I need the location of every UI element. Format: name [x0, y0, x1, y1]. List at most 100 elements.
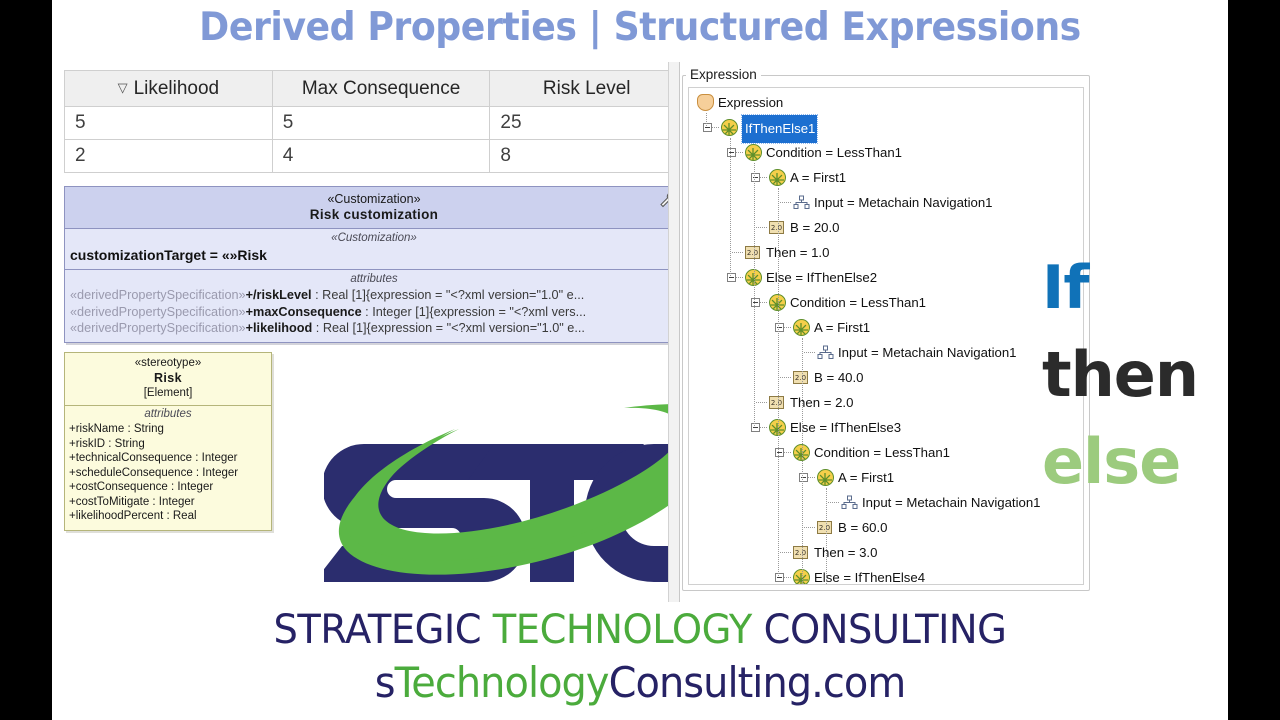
- attribute-name: +likelihood: [245, 321, 313, 335]
- tree-collapse-icon[interactable]: [775, 323, 784, 332]
- tree-node-label: Condition = LessThan1: [766, 145, 902, 160]
- tree-node[interactable]: A = First1: [691, 315, 1083, 340]
- expression-group-label: Expression: [686, 68, 761, 82]
- cell-max-consequence: 4: [271, 139, 491, 173]
- footer: STRATEGIC TECHNOLOGY CONSULTING sTechnol…: [52, 604, 1228, 710]
- column-header-label: Risk Level: [542, 77, 631, 99]
- tree-connector: [780, 552, 791, 553]
- column-header-likelihood[interactable]: ▽ Likelihood: [64, 70, 273, 107]
- table-header-row: ▽ Likelihood Max Consequence Risk Level: [64, 70, 684, 107]
- table-row[interactable]: 2 4 8: [64, 139, 684, 173]
- stereotype-element[interactable]: «stereotype» Risk [Element] attributes +…: [64, 352, 272, 531]
- tree-collapse-icon[interactable]: [727, 148, 736, 157]
- expression-node-icon: [745, 144, 762, 161]
- tree-node[interactable]: 2.0 Then = 2.0: [691, 390, 1083, 415]
- tree-guide-line: [778, 188, 779, 576]
- tree-collapse-icon[interactable]: [751, 298, 760, 307]
- attribute-row[interactable]: +scheduleConsequence : Integer: [69, 466, 267, 481]
- attribute-name: +maxConsequence: [245, 304, 362, 319]
- tree-connector: [756, 402, 767, 403]
- expression-tree-root: Expression IfThenElse1 Condition = LessTha…: [689, 88, 1083, 585]
- tree-node[interactable]: 2.0 Then = 1.0: [691, 240, 1083, 265]
- tree-node[interactable]: Input = Metachain Navigation1: [691, 490, 1083, 515]
- attribute-row[interactable]: «derivedPropertySpecification»+maxConseq…: [70, 304, 678, 321]
- attribute-row[interactable]: «derivedPropertySpecification»+likelihoo…: [70, 320, 678, 337]
- footer-word-consulting: CONSULTING: [763, 607, 1007, 653]
- section-label: attributes: [350, 273, 398, 285]
- customization-header: «Customization» Risk customization: [65, 187, 683, 229]
- footer-line-1: STRATEGIC TECHNOLOGY CONSULTING: [76, 604, 1205, 656]
- expression-node-icon: [721, 119, 738, 136]
- tree-node[interactable]: 2.0 B = 60.0: [691, 515, 1083, 540]
- tree-node[interactable]: Condition = LessThan1: [691, 140, 1083, 165]
- attribute-name: +/riskLevel: [245, 288, 312, 302]
- tree-collapse-icon[interactable]: [799, 473, 808, 482]
- tree-node[interactable]: IfThenElse1: [691, 114, 1083, 144]
- numeric-value-icon: 2.0: [769, 221, 784, 234]
- tree-node-label: A = First1: [790, 170, 847, 185]
- tree-collapse-icon[interactable]: [775, 448, 784, 457]
- keyword-if: If: [1042, 253, 1089, 323]
- tree-connector: [804, 352, 815, 353]
- keyword-then: then: [1042, 338, 1199, 411]
- attribute-row[interactable]: «derivedPropertySpecification»+/riskLeve…: [70, 287, 678, 304]
- tree-node[interactable]: 2.0 Then = 3.0: [691, 540, 1083, 565]
- tree-node[interactable]: Condition = LessThan1: [691, 440, 1083, 465]
- tree-node[interactable]: A = First1: [691, 465, 1083, 490]
- attribute-row[interactable]: +riskName : String: [69, 422, 267, 437]
- tree-guide-line: [826, 488, 827, 584]
- tree-node[interactable]: Else = IfThenElse4: [691, 565, 1083, 585]
- customization-element[interactable]: «Customization» Risk customization «Cust…: [64, 186, 684, 343]
- tree-guide-line: [754, 163, 755, 426]
- tree-collapse-icon[interactable]: [751, 423, 760, 432]
- tree-node-label: A = First1: [838, 470, 895, 485]
- cell-max-consequence: 5: [271, 106, 491, 140]
- tree-node[interactable]: Condition = LessThan1: [691, 290, 1083, 315]
- numeric-value-icon: 2.0: [793, 546, 808, 559]
- slide-content: Derived Properties | Structured Expressi…: [52, 0, 1228, 720]
- tree-node[interactable]: Else = IfThenElse2: [691, 265, 1083, 290]
- metachain-navigation-icon: [793, 194, 810, 211]
- tree-connector: [828, 502, 839, 503]
- attribute-row[interactable]: +costConsequence : Integer: [69, 480, 267, 495]
- tree-node[interactable]: A = First1: [691, 165, 1083, 190]
- attribute-row[interactable]: +costToMitigate : Integer: [69, 495, 267, 510]
- attribute-row[interactable]: +technicalConsequence : Integer: [69, 451, 267, 466]
- tree-collapse-icon[interactable]: [727, 273, 736, 282]
- footer-url-consulting: Consulting.com: [608, 658, 907, 707]
- tree-node-label: Then = 2.0: [790, 395, 854, 410]
- tree-node-label: Else = IfThenElse4: [814, 570, 926, 585]
- attribute-stereotype: «derivedPropertySpecification»: [70, 288, 246, 302]
- column-header-max-consequence[interactable]: Max Consequence: [271, 70, 491, 107]
- expression-node-icon: [793, 319, 810, 336]
- tree-guide-line: [802, 338, 803, 584]
- cell-likelihood: 2: [64, 139, 273, 173]
- tree-node[interactable]: Else = IfThenElse3: [691, 415, 1083, 440]
- attribute-row[interactable]: +likelihoodPercent : Real: [69, 509, 267, 524]
- footer-line-2[interactable]: sTechnologyConsulting.com: [81, 656, 1198, 710]
- footer-url-technology: Technology: [394, 658, 610, 707]
- table-row[interactable]: 5 5 25: [64, 106, 684, 140]
- numeric-value-icon: 2.0: [817, 521, 832, 534]
- tree-node[interactable]: 2.0 B = 40.0: [691, 365, 1083, 390]
- stereotype-keyword: «stereotype»: [134, 357, 202, 369]
- attribute-row[interactable]: +riskID : String: [69, 437, 267, 452]
- customization-target-row: customizationTarget = «»Risk: [70, 247, 267, 263]
- tree-node-label: Condition = LessThan1: [814, 445, 950, 460]
- footer-url-s: s: [374, 658, 396, 707]
- attribute-stereotype: «derivedPropertySpecification»: [70, 321, 246, 335]
- column-header-risk-level[interactable]: Risk Level: [489, 70, 684, 107]
- tree-node-label: B = 20.0: [790, 220, 840, 235]
- tree-node-label: Input = Metachain Navigation1: [862, 495, 1041, 510]
- expression-tree[interactable]: Expression IfThenElse1 Condition = LessTha…: [688, 87, 1084, 585]
- column-header-label: Max Consequence: [301, 77, 461, 99]
- tree-collapse-icon[interactable]: [751, 173, 760, 182]
- tree-node-label: Else = IfThenElse3: [790, 420, 902, 435]
- panel-divider[interactable]: [668, 62, 680, 602]
- tree-collapse-icon[interactable]: [775, 573, 784, 582]
- tree-node[interactable]: Input = Metachain Navigation1: [691, 190, 1083, 215]
- tree-collapse-icon[interactable]: [703, 123, 712, 132]
- tree-node[interactable]: 2.0 B = 20.0: [691, 215, 1083, 240]
- tree-node[interactable]: Input = Metachain Navigation1: [691, 340, 1083, 365]
- tree-node[interactable]: Expression: [691, 90, 1083, 115]
